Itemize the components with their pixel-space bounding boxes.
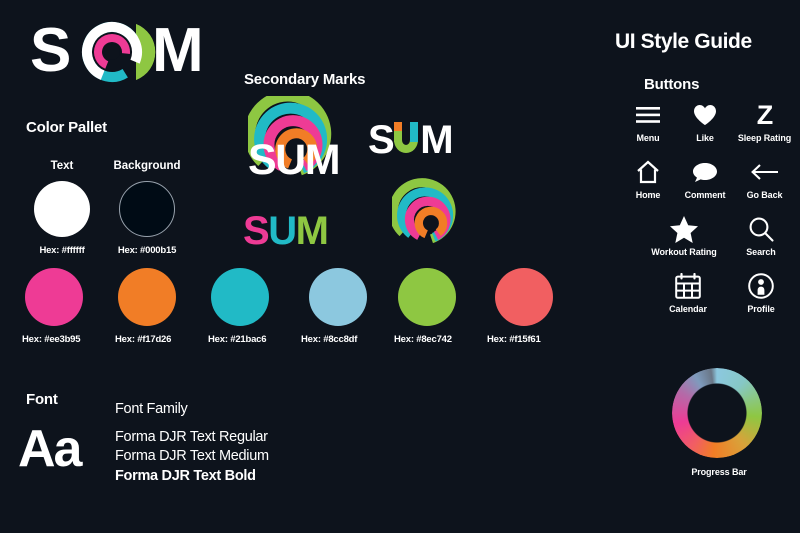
color-swatch-hex: Hex: #8ec742	[394, 334, 452, 345]
search-icon[interactable]	[748, 214, 774, 244]
button-menu[interactable]: Menu	[620, 100, 676, 143]
white-wordmark-m: M	[420, 118, 453, 162]
heart-icon[interactable]	[693, 100, 717, 130]
home-icon[interactable]	[636, 157, 660, 187]
color-swatch: Hex: #21bac6	[208, 268, 301, 345]
color-swatch-circle	[118, 268, 176, 326]
icon-row: Home Comment Go Back	[620, 157, 795, 200]
colored-wordmark-m: M	[295, 209, 329, 253]
secondary-mark-white-wordmark: S M	[368, 118, 454, 162]
logo-letter-s: S	[30, 16, 71, 85]
white-wordmark-s: S	[368, 118, 395, 162]
color-swatch-hex: Hex: #ee3b95	[22, 334, 81, 345]
swatch-background: Background Hex: #000b15	[104, 160, 190, 256]
font-title: Font	[26, 391, 58, 408]
arrow-left-icon[interactable]	[750, 157, 779, 187]
buttons-title: Buttons	[644, 76, 700, 93]
logo-letter-m: M	[152, 16, 204, 85]
colored-wordmark-s: S	[243, 209, 270, 253]
stacked-mark-wordmark: SUM	[248, 136, 341, 184]
go-back-label: Go Back	[746, 190, 783, 200]
button-home[interactable]: Home	[620, 157, 676, 200]
color-swatch: Hex: #f15f61	[487, 268, 580, 345]
menu-icon[interactable]	[635, 100, 661, 130]
progress-bar-label: Progress Bar	[691, 467, 747, 477]
font-weight-regular: Forma DJR Text Regular	[115, 428, 268, 445]
color-swatch-circle	[309, 268, 367, 326]
font-specimen: Aa	[18, 420, 83, 478]
color-swatch: Hex: #8ec742	[394, 268, 487, 345]
button-profile[interactable]: Profile	[728, 271, 794, 314]
comment-label: Comment	[684, 190, 726, 200]
search-label: Search	[746, 247, 776, 257]
swatch-text-circle	[34, 181, 90, 237]
sleep-rating-label: Sleep Rating	[737, 133, 792, 143]
z-icon[interactable]: Z	[757, 100, 773, 130]
button-like[interactable]: Like	[676, 100, 734, 143]
like-label: Like	[696, 133, 714, 143]
color-swatch-circle	[25, 268, 83, 326]
calendar-label: Calendar	[669, 304, 707, 314]
secondary-mark-arc-only	[388, 176, 474, 255]
calendar-icon[interactable]	[675, 271, 701, 301]
arc-only-graphic	[388, 178, 456, 244]
font-family-label: Font Family	[115, 401, 188, 417]
icon-row: Workout Rating Search	[620, 214, 795, 257]
button-comment[interactable]: Comment	[676, 157, 734, 200]
button-workout-rating[interactable]: Workout Rating	[640, 214, 728, 257]
icon-row: Menu Like Z Sleep Rating	[620, 100, 795, 143]
secondary-mark-colored-wordmark: SUM	[243, 209, 329, 253]
workout-rating-label: Workout Rating	[651, 247, 717, 257]
button-sleep-rating[interactable]: Z Sleep Rating	[734, 100, 795, 143]
profile-icon[interactable]	[748, 271, 774, 301]
page-title: UI Style Guide	[615, 30, 752, 53]
font-weight-bold: Forma DJR Text Bold	[115, 467, 256, 484]
color-swatch-circle	[398, 268, 456, 326]
color-swatch-hex: Hex: #f15f61	[487, 334, 541, 345]
color-swatch-hex: Hex: #21bac6	[208, 334, 267, 345]
icon-row: Calendar Profile	[620, 271, 795, 314]
secondary-mark-stacked: SUM	[244, 90, 358, 182]
color-swatch: Hex: #f17d26	[115, 268, 208, 345]
color-pallet-title: Color Pallet	[26, 119, 107, 136]
color-swatch: Hex: #8cc8df	[301, 268, 394, 345]
swatch-background-hex: Hex: #000b15	[117, 245, 177, 256]
swatch-text-hex: Hex: #ffffff	[39, 245, 85, 256]
swatch-text: Text Hex: #ffffff	[24, 160, 100, 256]
swatch-background-label: Background	[113, 160, 181, 172]
button-calendar[interactable]: Calendar	[648, 271, 728, 314]
icon-grid: Menu Like Z Sleep Rating Home Comment Go…	[620, 100, 795, 314]
color-swatch-circle	[211, 268, 269, 326]
font-weight-list: Font Family Forma DJR Text Regular Forma…	[115, 400, 269, 486]
home-label: Home	[635, 190, 661, 200]
progress-bar-component: Progress Bar	[672, 368, 766, 477]
color-swatch-row: Hex: #ee3b95 Hex: #f17d26 Hex: #21bac6 H…	[22, 268, 582, 345]
button-go-back[interactable]: Go Back	[734, 157, 795, 200]
logo-arc-mark	[81, 21, 156, 82]
color-swatch: Hex: #ee3b95	[22, 268, 115, 345]
button-search[interactable]: Search	[728, 214, 794, 257]
menu-label: Menu	[636, 133, 660, 143]
color-swatch-circle	[495, 268, 553, 326]
swatch-background-circle	[119, 181, 175, 237]
secondary-marks-title: Secondary Marks	[244, 71, 366, 88]
white-wordmark-u-colored	[393, 119, 420, 161]
colored-wordmark-u: U	[268, 209, 297, 253]
color-swatch-hex: Hex: #f17d26	[115, 334, 172, 345]
style-guide-canvas: S M Color Pallet Text Hex: #ffffff Backg…	[0, 0, 800, 533]
star-icon[interactable]	[669, 214, 699, 244]
progress-ring[interactable]	[672, 368, 762, 458]
comment-icon[interactable]	[692, 157, 718, 187]
profile-label: Profile	[747, 304, 775, 314]
font-weight-medium: Forma DJR Text Medium	[115, 448, 269, 464]
color-swatch-hex: Hex: #8cc8df	[301, 334, 358, 345]
primary-logo: S M	[30, 16, 204, 85]
swatch-text-label: Text	[50, 160, 74, 172]
